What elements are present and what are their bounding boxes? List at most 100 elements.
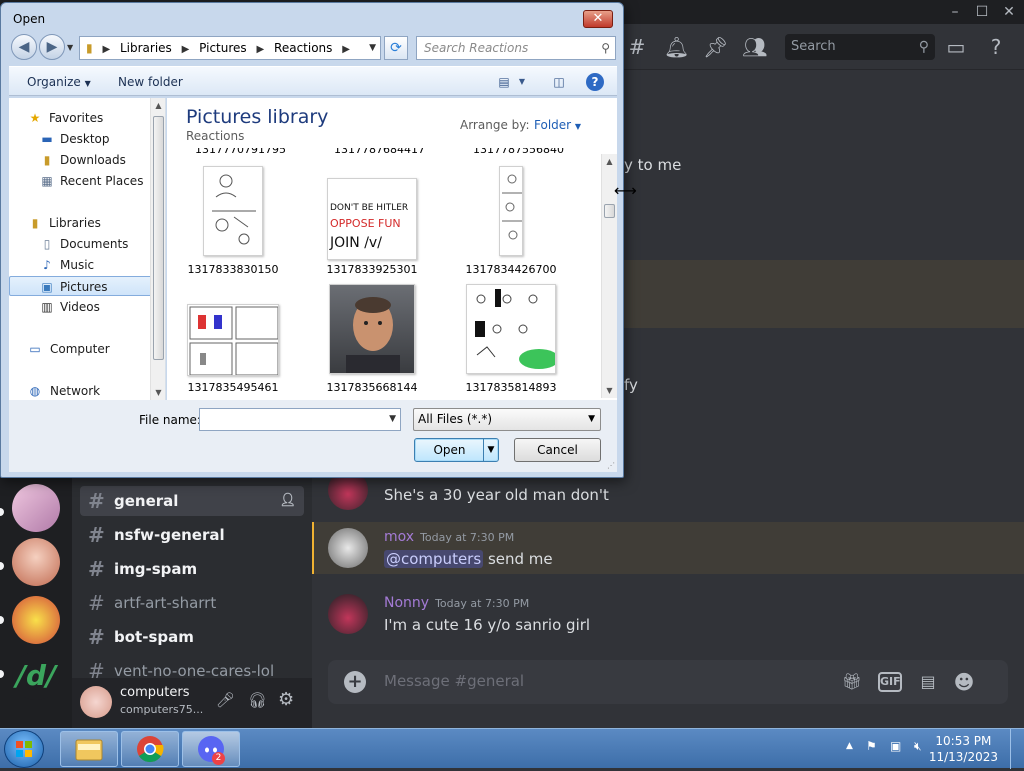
- message-author[interactable]: mox Today at 7:30 PM: [384, 529, 514, 545]
- file-item[interactable]: 1317835814893: [445, 284, 577, 396]
- server-icon[interactable]: [12, 484, 60, 532]
- breadcrumb-separator-icon[interactable]: ▶: [257, 44, 265, 55]
- new-folder-button[interactable]: New folder: [118, 75, 183, 89]
- scroll-down-icon[interactable]: ▼: [151, 385, 165, 400]
- breadcrumb-reactions[interactable]: Reactions: [274, 41, 332, 55]
- taskbar-discord[interactable]: 2: [182, 731, 240, 767]
- nav-recent-places[interactable]: ▦ Recent Places: [9, 171, 152, 191]
- action-center-flag-icon[interactable]: ⚑: [866, 739, 877, 753]
- nav-documents[interactable]: ▯ Documents: [9, 234, 152, 254]
- scroll-thumb[interactable]: [604, 204, 615, 218]
- close-icon[interactable]: ✕: [994, 0, 1024, 24]
- breadcrumb-separator-icon[interactable]: ▶: [102, 44, 110, 55]
- nav-pictures[interactable]: ▣ Pictures: [9, 276, 152, 296]
- file-item[interactable]: 1317834426700: [445, 166, 577, 278]
- avatar[interactable]: [80, 686, 112, 718]
- server-icon[interactable]: [12, 596, 60, 644]
- channel-nsfw-general[interactable]: # nsfw-general: [80, 520, 304, 550]
- scroll-thumb[interactable]: [153, 116, 164, 360]
- channel-img-spam[interactable]: # img-spam: [80, 554, 304, 584]
- open-split-dropdown-icon[interactable]: ▼: [483, 439, 498, 461]
- maximize-icon[interactable]: ☐: [967, 0, 997, 24]
- hash-icon: #: [88, 591, 105, 615]
- scroll-down-icon[interactable]: ▼: [602, 383, 617, 398]
- network-icon[interactable]: ▣: [890, 739, 901, 753]
- server-icon[interactable]: [12, 538, 60, 586]
- forward-button[interactable]: ▶: [39, 34, 65, 60]
- preview-pane-icon[interactable]: ◫: [550, 73, 568, 91]
- scroll-up-icon[interactable]: ▲: [151, 98, 165, 113]
- change-view-icon[interactable]: ▤: [495, 73, 513, 91]
- breadcrumb-pictures[interactable]: Pictures: [199, 41, 247, 55]
- address-bar[interactable]: ▮ ▶ Libraries ▶ Pictures ▶ Reactions ▶ ▼: [79, 36, 381, 60]
- message-composer[interactable]: + Message #general 🎁︎ GIF ▤ ☻: [328, 660, 1008, 704]
- channel-artf-art-sharrt[interactable]: # artf-art-sharrt: [80, 588, 304, 618]
- address-dropdown-icon[interactable]: ▼: [369, 37, 376, 59]
- pin-icon[interactable]: 📌︎: [703, 35, 728, 59]
- file-item[interactable]: 1317835668144: [306, 284, 438, 396]
- taskbar-chrome[interactable]: [121, 731, 179, 767]
- nav-videos[interactable]: ▥ Videos: [9, 297, 152, 317]
- file-item[interactable]: DON'T BE HITLER OPPOSE FUN JOIN /v/ 1317…: [306, 166, 438, 278]
- tray-expand-icon[interactable]: ▲: [846, 741, 853, 751]
- nav-downloads[interactable]: ▮ Downloads: [9, 150, 152, 170]
- open-button[interactable]: Open ▼: [414, 438, 499, 462]
- minimize-icon[interactable]: –: [940, 0, 970, 24]
- channel-bot-spam[interactable]: # bot-spam: [80, 622, 304, 652]
- nav-desktop[interactable]: ▬ Desktop: [9, 129, 152, 149]
- taskbar-explorer[interactable]: [60, 731, 118, 767]
- headphones-icon[interactable]: 🎧︎: [248, 691, 267, 709]
- user-mention[interactable]: @computers: [384, 550, 484, 568]
- gift-icon[interactable]: 🎁︎: [840, 670, 864, 694]
- gif-button[interactable]: GIF: [878, 672, 902, 692]
- arrange-by-dropdown[interactable]: Folder ▼: [534, 118, 581, 132]
- notification-bell-icon[interactable]: 🔔︎: [664, 35, 689, 59]
- volume-muted-icon[interactable]: 🔇︎: [914, 739, 922, 754]
- nav-music[interactable]: ♪ Music: [9, 255, 152, 275]
- sticker-icon[interactable]: ▤: [916, 670, 940, 694]
- file-item[interactable]: 1317833830150: [167, 166, 299, 278]
- plus-icon[interactable]: +: [344, 671, 366, 693]
- clock[interactable]: 10:53 PM 11/13/2023: [929, 733, 998, 765]
- refresh-button[interactable]: ⟳: [384, 36, 408, 60]
- nav-libraries[interactable]: ▮ Libraries: [9, 213, 152, 233]
- file-type-select[interactable]: All Files (*.*) ▼: [413, 408, 601, 431]
- breadcrumb-separator-icon[interactable]: ▶: [182, 44, 190, 55]
- settings-gear-icon[interactable]: ⚙: [278, 689, 294, 710]
- nav-favorites[interactable]: ★ Favorites: [9, 108, 152, 128]
- view-dropdown-icon[interactable]: ▼: [513, 73, 531, 91]
- dialog-close-button[interactable]: ✕: [583, 10, 613, 28]
- back-button[interactable]: ◀: [11, 34, 37, 60]
- organize-menu[interactable]: Organize ▼: [27, 75, 91, 89]
- breadcrumb-separator-icon[interactable]: ▶: [342, 44, 350, 55]
- emoji-icon[interactable]: ☻: [952, 670, 976, 694]
- add-member-icon[interactable]: 👤︎: [279, 486, 296, 516]
- breadcrumb-libraries[interactable]: Libraries: [120, 41, 172, 55]
- file-name-input[interactable]: ▼: [199, 408, 401, 431]
- resize-grip-icon[interactable]: ⋰: [607, 461, 615, 470]
- search-input[interactable]: Search ⚲: [785, 34, 935, 60]
- dialog-search-input[interactable]: Search Reactions ⚲: [416, 36, 616, 60]
- avatar[interactable]: [328, 528, 368, 568]
- microphone-icon[interactable]: 🎤︎: [216, 691, 235, 709]
- recent-locations-icon[interactable]: ▼: [67, 43, 73, 52]
- threads-icon[interactable]: #: [625, 35, 649, 59]
- cancel-button[interactable]: Cancel: [514, 438, 601, 462]
- scroll-up-icon[interactable]: ▲: [602, 154, 617, 169]
- help-icon[interactable]: ?: [586, 73, 604, 91]
- file-item[interactable]: 1317835495461: [167, 284, 299, 396]
- member-list-icon[interactable]: 👥︎: [742, 35, 767, 59]
- start-button[interactable]: [4, 730, 44, 768]
- inbox-icon[interactable]: ▭: [944, 35, 968, 59]
- avatar[interactable]: [328, 594, 368, 634]
- channel-vent[interactable]: # vent-no-one-cares-lol: [80, 656, 304, 678]
- nav-scrollbar[interactable]: ▲ ▼: [150, 98, 165, 400]
- nav-network[interactable]: ◍ Network: [9, 381, 152, 400]
- message-author[interactable]: Nonny Today at 7:30 PM: [384, 595, 529, 611]
- server-icon-d[interactable]: /d/: [12, 652, 60, 700]
- nav-computer[interactable]: ▭ Computer: [9, 339, 152, 359]
- help-icon[interactable]: ?: [984, 35, 1008, 59]
- channel-general[interactable]: # general 👤︎: [80, 486, 304, 516]
- show-desktop-button[interactable]: [1010, 729, 1024, 769]
- file-name-dropdown-icon[interactable]: ▼: [389, 414, 396, 424]
